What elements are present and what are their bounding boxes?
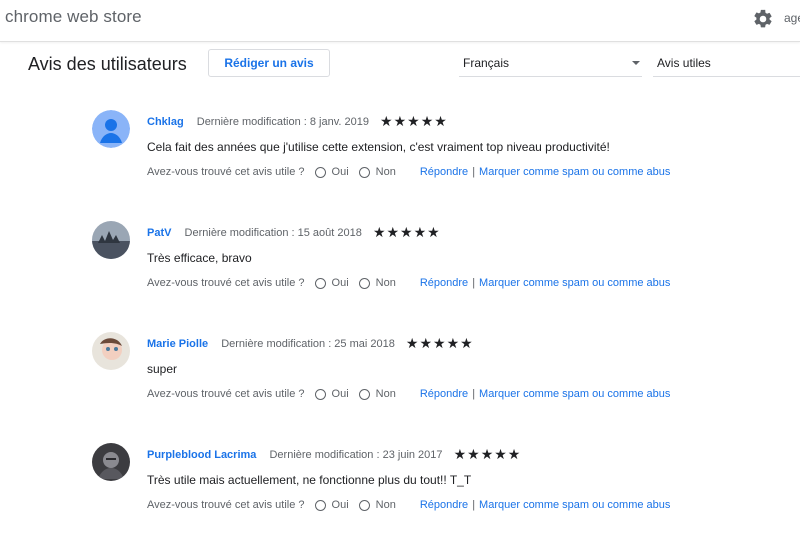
star-rating: ★★★★★ (405, 335, 474, 351)
sort-select-value: Avis utiles (657, 56, 711, 70)
review-header: Marie Piolle Dernière modification : 25 … (147, 334, 474, 351)
review-header: Purpleblood Lacrima Dernière modificatio… (147, 445, 521, 462)
report-abuse-link[interactable]: Marquer comme spam ou comme abus (479, 277, 670, 289)
report-abuse-link[interactable]: Marquer comme spam ou comme abus (479, 499, 670, 511)
store-title[interactable]: chrome web store (5, 7, 142, 27)
review-date: Dernière modification : 25 mai 2018 (221, 338, 395, 350)
no-label: Non (375, 499, 396, 511)
helpful-question: Avez-vous trouvé cet avis utile ? (147, 499, 305, 511)
avatar (92, 443, 130, 481)
yes-radio[interactable] (314, 388, 326, 400)
review-feedback: Avez-vous trouvé cet avis utile ? Oui No… (147, 277, 670, 289)
review-comment: Très utile mais actuellement, ne fonctio… (147, 473, 472, 487)
reply-link[interactable]: Répondre (420, 277, 468, 289)
review-feedback: Avez-vous trouvé cet avis utile ? Oui No… (147, 388, 670, 400)
review-date: Dernière modification : 15 août 2018 (184, 227, 362, 239)
link-separator: | (472, 499, 476, 511)
yes-radio[interactable] (314, 166, 326, 178)
review-comment: Très efficace, bravo (147, 251, 252, 265)
helpful-question: Avez-vous trouvé cet avis utile ? (147, 388, 305, 400)
write-review-button[interactable]: Rédiger un avis (208, 49, 330, 77)
review-header: Chklag Dernière modification : 8 janv. 2… (147, 112, 448, 129)
star-rating: ★★★★★ (372, 224, 441, 240)
reply-link[interactable]: Répondre (420, 499, 468, 511)
no-label: Non (375, 166, 396, 178)
no-radio[interactable] (358, 166, 370, 178)
report-abuse-link[interactable]: Marquer comme spam ou comme abus (479, 388, 670, 400)
helpful-question: Avez-vous trouvé cet avis utile ? (147, 277, 305, 289)
yes-label: Oui (331, 166, 349, 178)
review-item: Marie Piolle Dernière modification : 25 … (0, 332, 800, 442)
review-feedback: Avez-vous trouvé cet avis utile ? Oui No… (147, 499, 670, 511)
review-item: PatV Dernière modification : 15 août 201… (0, 221, 800, 331)
gear-icon[interactable] (752, 8, 774, 30)
no-radio[interactable] (358, 499, 370, 511)
sort-select[interactable]: Avis utiles (653, 50, 800, 77)
avatar (92, 332, 130, 370)
review-header: PatV Dernière modification : 15 août 201… (147, 223, 441, 240)
no-radio[interactable] (358, 277, 370, 289)
no-radio[interactable] (358, 388, 370, 400)
avatar (92, 110, 130, 148)
review-item: Purpleblood Lacrima Dernière modificatio… (0, 443, 800, 553)
star-rating: ★★★★★ (380, 113, 448, 129)
review-comment: Cela fait des années que j'utilise cette… (147, 140, 610, 154)
account-text[interactable]: age (784, 11, 800, 25)
yes-label: Oui (331, 388, 349, 400)
no-label: Non (375, 277, 396, 289)
review-date: Dernière modification : 23 juin 2017 (269, 449, 443, 461)
yes-radio[interactable] (314, 499, 326, 511)
review-author[interactable]: Marie Piolle (147, 338, 208, 350)
review-author[interactable]: Chklag (147, 116, 184, 128)
reviews-toolbar: Avis des utilisateurs Rédiger un avis Fr… (0, 42, 800, 88)
review-item: Chklag Dernière modification : 8 janv. 2… (0, 110, 800, 220)
yes-radio[interactable] (314, 277, 326, 289)
avatar (92, 221, 130, 259)
report-abuse-link[interactable]: Marquer comme spam ou comme abus (479, 166, 670, 178)
yes-label: Oui (331, 277, 349, 289)
link-separator: | (472, 166, 476, 178)
review-feedback: Avez-vous trouvé cet avis utile ? Oui No… (147, 166, 670, 178)
language-select-value: Français (463, 56, 510, 70)
helpful-question: Avez-vous trouvé cet avis utile ? (147, 166, 305, 178)
section-title: Avis des utilisateurs (28, 54, 187, 74)
reply-link[interactable]: Répondre (420, 166, 468, 178)
link-separator: | (472, 277, 476, 289)
link-separator: | (472, 388, 476, 400)
reply-link[interactable]: Répondre (420, 388, 468, 400)
review-date: Dernière modification : 8 janv. 2019 (196, 116, 369, 128)
yes-label: Oui (331, 499, 349, 511)
review-author[interactable]: PatV (147, 227, 171, 239)
star-rating: ★★★★★ (453, 446, 522, 462)
review-author[interactable]: Purpleblood Lacrima (147, 449, 256, 461)
no-label: Non (375, 388, 396, 400)
language-select[interactable]: Français (459, 50, 642, 77)
chevron-down-icon (632, 61, 640, 65)
top-bar: chrome web store age (0, 0, 800, 42)
review-comment: super (147, 362, 178, 376)
